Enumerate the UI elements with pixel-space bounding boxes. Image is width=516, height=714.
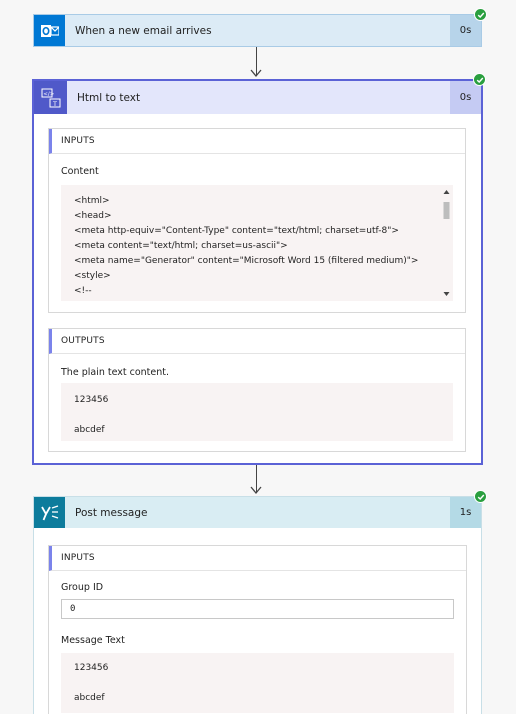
content-line: <head> [74,211,112,221]
arrow-down-icon [250,486,262,494]
message-line: abcdef [74,693,105,703]
plain-text-label: The plain text content. [61,367,170,378]
content-line: <meta http-equiv="Content-Type" content=… [74,226,399,236]
inputs-label: INPUTS [49,129,465,154]
outputs-label: OUTPUTS [49,329,465,354]
message-line: 123456 [74,663,109,673]
step-title: Post message [75,506,148,519]
group-id-label: Group ID [61,582,104,593]
content-line: <html> [74,196,110,206]
content-line: <style> [74,271,111,281]
inputs-label: INPUTS [49,546,466,571]
message-text-label: Message Text [61,635,125,646]
content-scrollbar[interactable] [442,188,451,298]
step-title: When a new email arrives [75,24,212,37]
content-label: Content [61,166,99,177]
step-card-trigger[interactable]: When a new email arrives 0s [33,14,482,47]
step-title: Html to text [77,91,141,104]
svg-text:</>: </> [43,91,54,97]
html-to-text-icon: </> T [34,81,67,114]
step-card-post-message[interactable]: Post message 1s INPUTS Group ID 0 Messag… [33,496,482,714]
inputs-section: INPUTS Content <html> <head> <meta http-eq… [48,128,466,313]
output-line: 123456 [74,395,109,405]
success-check-icon [474,490,487,503]
success-check-icon [474,8,487,21]
outputs-section: OUTPUTS The plain text content. 123456 a… [48,328,466,452]
step-duration: 0s [450,81,481,114]
svg-text:T: T [52,100,57,108]
content-box[interactable]: <html> <head> <meta http-equiv="Content-Ty… [61,185,453,301]
inputs-section: INPUTS Group ID 0 Message Text 123456 ab… [48,545,467,714]
plain-text-box[interactable]: 123456 abcdef [61,383,453,441]
group-id-field[interactable]: 0 [61,599,454,619]
content-line: <!-- [74,286,92,296]
success-check-icon [473,73,486,86]
message-text-box[interactable]: 123456 abcdef [61,653,454,713]
yammer-icon [34,497,65,528]
content-line: <meta content="text/html; charset=us-asc… [74,241,288,251]
outlook-icon [34,15,65,46]
content-line: <meta name="Generator" content="Microsof… [74,256,419,266]
arrow-down-icon [250,69,262,77]
output-line: abcdef [74,425,105,435]
step-card-html-to-text[interactable]: </> T Html to text 0s INPUTS Content <ht… [32,79,483,465]
